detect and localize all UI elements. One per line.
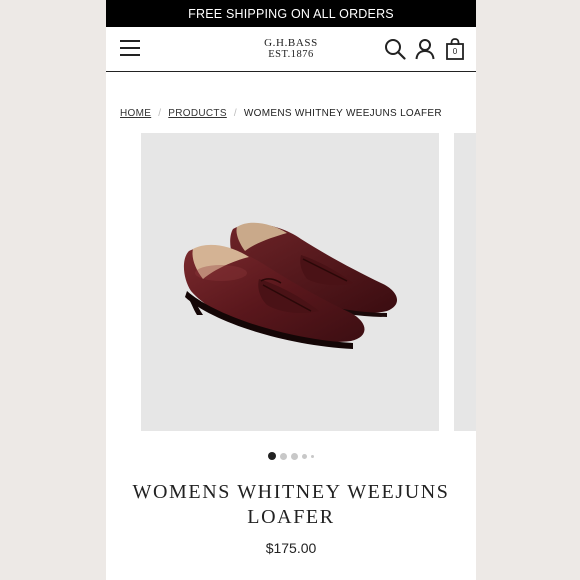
account-icon[interactable] [414, 38, 436, 60]
next-product-image-peek[interactable] [454, 133, 476, 431]
search-icon[interactable] [384, 38, 406, 60]
carousel-dot[interactable] [280, 452, 287, 460]
carousel-dot[interactable] [268, 452, 276, 460]
product-page: FREE SHIPPING ON ALL ORDERS G.H.BASS EST… [106, 0, 476, 580]
promo-banner: FREE SHIPPING ON ALL ORDERS [106, 0, 476, 27]
shopping-bag-icon[interactable]: 0 [444, 37, 466, 60]
loafer-pair-illustration [183, 222, 398, 349]
bag-count-badge: 0 [452, 47, 458, 56]
product-image[interactable] [141, 133, 439, 431]
breadcrumb-home-link[interactable]: HOME [120, 108, 151, 119]
breadcrumb-separator: / [233, 108, 237, 119]
carousel-dot[interactable] [302, 453, 307, 459]
promo-text: FREE SHIPPING ON ALL ORDERS [188, 6, 394, 21]
carousel-dots [106, 452, 476, 460]
product-price: $175.00 [265, 540, 317, 556]
breadcrumb-current: WOMENS WHITNEY WEEJUNS LOAFER [243, 108, 442, 119]
breadcrumb-separator: / [158, 108, 162, 119]
breadcrumb-products-link[interactable]: PRODUCTS [168, 108, 227, 119]
site-header: G.H.BASS EST.1876 0 [106, 27, 476, 72]
breadcrumb: HOME / PRODUCTS / WOMENS WHITNEY WEEJUNS… [120, 108, 442, 119]
carousel-dot[interactable] [311, 454, 314, 458]
product-title: WOMENS WHITNEY WEEJUNS LOAFER [132, 481, 450, 528]
carousel-dot[interactable] [291, 452, 298, 460]
